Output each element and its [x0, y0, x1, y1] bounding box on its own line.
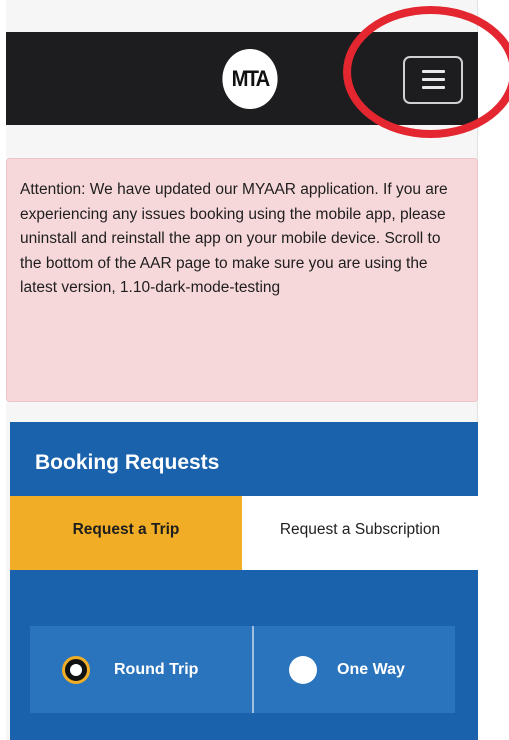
round-trip-label: Round Trip: [114, 661, 199, 678]
booking-requests-title: Booking Requests: [35, 451, 220, 474]
tab-request-subscription[interactable]: Request a Subscription: [242, 496, 478, 570]
one-way-option[interactable]: One Way: [289, 656, 405, 684]
trip-type-divider: [252, 626, 254, 713]
highlight-annotation-circle: [343, 6, 509, 138]
mta-logo[interactable]: MTA: [222, 49, 278, 109]
tab-request-trip[interactable]: Request a Trip: [10, 496, 242, 570]
tab-request-trip-label: Request a Trip: [72, 521, 180, 538]
alert-message: Attention: We have updated our MYAAR app…: [20, 181, 448, 296]
one-way-radio[interactable]: [289, 656, 317, 684]
round-trip-option[interactable]: Round Trip: [62, 656, 198, 684]
tab-request-subscription-label: Request a Subscription: [279, 521, 441, 538]
round-trip-radio[interactable]: [62, 656, 90, 684]
one-way-label: One Way: [337, 661, 405, 678]
